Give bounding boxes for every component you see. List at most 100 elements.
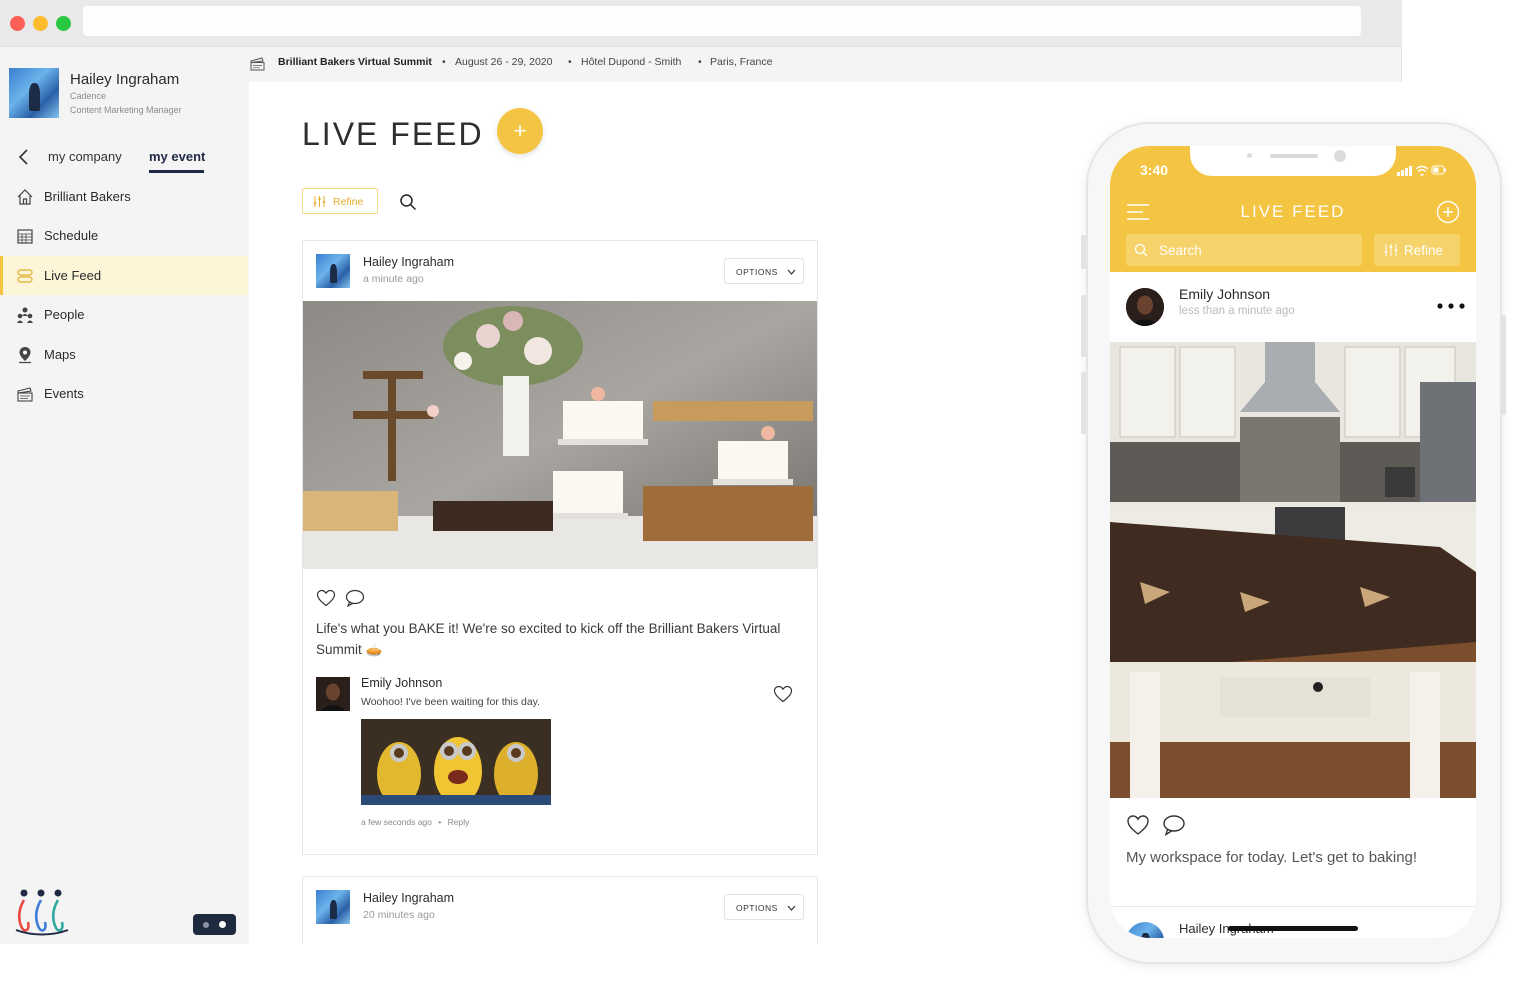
post-time: 20 minutes ago: [363, 909, 435, 921]
sidebar-item-brilliant-bakers[interactable]: Brilliant Bakers: [0, 177, 248, 216]
post-time: a minute ago: [363, 273, 424, 285]
sidebar-item-label: Live Feed: [44, 268, 102, 283]
event-breadcrumb: Brilliant Bakers Virtual Summit • August…: [248, 48, 1398, 78]
sidebar-item-label: Events: [44, 386, 84, 401]
sidebar-item-maps[interactable]: Maps: [0, 335, 248, 374]
filter-icon: [1384, 244, 1398, 256]
view-toggle[interactable]: [193, 914, 236, 935]
brand-logo: [15, 889, 69, 936]
comment-meta: a few seconds ago • Reply: [361, 817, 469, 827]
close-window-button[interactable]: [10, 16, 25, 31]
refine-button[interactable]: Refine: [302, 188, 378, 214]
post-author-avatar[interactable]: [1126, 922, 1164, 938]
event-location: Paris, France: [710, 56, 773, 68]
status-time: 3:40: [1140, 162, 1169, 178]
mobile-title: LIVE FEED: [1240, 202, 1346, 221]
event-venue: Hôtel Dupond - Smith: [581, 56, 682, 68]
comment-icon[interactable]: [345, 589, 365, 607]
chevron-down-icon: [787, 905, 796, 911]
phone-power-button: [1501, 315, 1506, 415]
filter-icon: [313, 196, 326, 207]
phone-mute-switch: [1081, 235, 1086, 269]
more-options-icon[interactable]: [1436, 302, 1466, 310]
sidebar-item-people[interactable]: People: [0, 295, 248, 334]
tab-my-company[interactable]: my company: [48, 149, 122, 164]
comment-gif[interactable]: [361, 719, 551, 805]
post-author[interactable]: Hailey Ingraham: [363, 255, 454, 269]
breadcrumb-separator: •: [698, 56, 702, 68]
minimize-window-button[interactable]: [33, 16, 48, 31]
post-author-avatar[interactable]: [1126, 288, 1164, 326]
heart-icon[interactable]: [316, 589, 336, 607]
sidebar-item-schedule[interactable]: Schedule: [0, 216, 248, 255]
refine-label: Refine: [1404, 243, 1444, 258]
post-caption: Life's what you BAKE it! We're so excite…: [316, 621, 781, 657]
event-dates: August 26 - 29, 2020: [455, 56, 553, 68]
options-button[interactable]: OPTIONS: [724, 258, 804, 284]
search-icon[interactable]: [399, 193, 417, 211]
mobile-refine-button[interactable]: Refine: [1374, 234, 1460, 266]
sidebar-item-events[interactable]: Events: [0, 374, 248, 413]
map-pin-icon: [19, 347, 31, 364]
add-circle-icon[interactable]: [1436, 200, 1460, 224]
comment-author-avatar[interactable]: [316, 677, 350, 711]
options-button[interactable]: OPTIONS: [724, 894, 804, 920]
refine-label: Refine: [333, 196, 364, 208]
phone-screen: 3:40 LIVE FEED Search Refine Emily Johns…: [1110, 146, 1476, 938]
post-author[interactable]: Hailey Ingraham: [363, 891, 454, 905]
sidebar-item-label: Maps: [44, 347, 76, 362]
post-time: less than a minute ago: [1179, 305, 1295, 317]
comment-text: Woohoo! I've been waiting for this day.: [361, 696, 541, 708]
ticket-icon: [17, 387, 33, 402]
sidebar-item-label: People: [44, 307, 85, 322]
status-icons: [1397, 165, 1446, 176]
ticket-icon: [250, 57, 265, 71]
address-bar[interactable]: [83, 6, 1361, 36]
sidebar: Hailey Ingraham Cadence Content Marketin…: [0, 48, 248, 944]
post-author[interactable]: Emily Johnson: [1179, 286, 1270, 302]
chevron-left-icon[interactable]: [16, 148, 32, 166]
breadcrumb-separator: •: [568, 56, 572, 68]
people-icon: [17, 307, 33, 323]
phone-volume-up: [1081, 295, 1086, 357]
user-avatar[interactable]: [9, 68, 59, 118]
post-caption: My workspace for today. Let's get to bak…: [1126, 849, 1418, 866]
search-icon: [1134, 243, 1148, 257]
divider: [1110, 906, 1476, 907]
active-tab-indicator: [149, 170, 204, 173]
heart-icon[interactable]: [773, 685, 793, 703]
feed-icon: [17, 269, 33, 283]
post-card: Hailey Ingraham 20 minutes ago OPTIONS: [302, 876, 818, 944]
options-label: OPTIONS: [736, 903, 778, 913]
reply-link[interactable]: Reply: [448, 817, 470, 827]
user-company: Cadence: [70, 91, 107, 101]
user-role: Content Marketing Manager: [70, 105, 182, 115]
page-title: LIVE FEED: [302, 116, 484, 152]
post-image[interactable]: [1110, 342, 1476, 798]
post-image[interactable]: [303, 301, 817, 569]
title-bar: [0, 0, 1402, 47]
post-author-avatar[interactable]: [316, 890, 350, 924]
phone-notch: [1190, 146, 1396, 176]
event-name[interactable]: Brilliant Bakers Virtual Summit: [278, 56, 432, 68]
mobile-header: 3:40 LIVE FEED Search Refine: [1110, 146, 1476, 272]
phone-volume-down: [1081, 372, 1086, 434]
comment-icon[interactable]: [1162, 814, 1186, 836]
tab-my-event[interactable]: my event: [149, 149, 205, 164]
comment-time: a few seconds ago: [361, 817, 432, 827]
options-label: OPTIONS: [736, 267, 778, 277]
heart-icon[interactable]: [1126, 814, 1150, 836]
post-card: Hailey Ingraham a minute ago OPTIONS Lif…: [302, 240, 818, 855]
comment-author[interactable]: Emily Johnson: [361, 676, 442, 690]
mobile-search-input[interactable]: Search: [1126, 234, 1362, 266]
search-placeholder: Search: [1159, 243, 1202, 258]
maximize-window-button[interactable]: [56, 16, 71, 31]
chevron-down-icon: [787, 269, 796, 275]
home-icon: [17, 189, 33, 205]
post-author-avatar[interactable]: [316, 254, 350, 288]
breadcrumb-separator: •: [442, 56, 446, 68]
add-post-button[interactable]: +: [497, 108, 543, 154]
sidebar-item-label: Schedule: [44, 228, 99, 243]
home-indicator[interactable]: [1228, 926, 1358, 931]
sidebar-item-live-feed[interactable]: Live Feed: [0, 256, 248, 295]
